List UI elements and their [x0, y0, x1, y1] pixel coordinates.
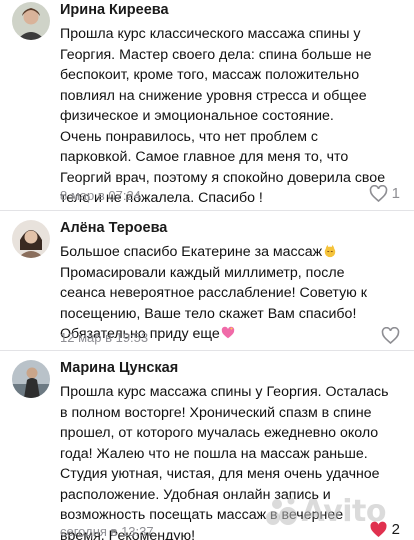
- text-line: повлиял на снижение уровня стресса и общ…: [60, 87, 367, 104]
- comment-item: Алёна Тероева Большое спасибо Екатерине …: [0, 218, 414, 345]
- avatar[interactable]: [12, 2, 50, 40]
- author-name[interactable]: Ирина Киреева: [60, 2, 169, 18]
- text-line: посещению, Ваше тело скажет Вам спасибо!: [60, 305, 357, 322]
- text-line: в полном восторге! Хронический спазм в с…: [60, 404, 372, 421]
- heart-outline-icon: [369, 185, 387, 202]
- text-line: Георгий врач, поэтому я спокойно доверил…: [60, 169, 386, 186]
- text-line: Промасировали каждый миллиметр, после: [60, 264, 345, 281]
- text-line: Прошла курс классического массажа спины …: [60, 26, 361, 42]
- like-count: 1: [391, 185, 400, 202]
- text-line: прошел, от которого мучалась ежедневно о…: [60, 425, 379, 441]
- author-name[interactable]: Алёна Тероева: [60, 220, 167, 236]
- text-line: года! Жалею что не пошла на массаж раньш…: [60, 445, 368, 462]
- comment-timestamp: 8 мар в 07:24: [60, 188, 141, 203]
- heart-outline-icon: [381, 327, 400, 344]
- avatar[interactable]: [12, 220, 50, 258]
- text-line: Очень понравилось, что нет проблем с: [60, 128, 318, 145]
- avito-logo-icon: [265, 497, 297, 525]
- divider: [0, 210, 414, 211]
- relieved-face-icon: [324, 244, 336, 258]
- author-name[interactable]: Марина Цунская: [60, 360, 178, 376]
- avito-watermark: Avito: [264, 494, 387, 529]
- text-line: Студия уютная, чистая, для меня очень уд…: [60, 466, 380, 482]
- text-line: сеанса невероятное расслабление! Советую…: [60, 285, 367, 301]
- like-button[interactable]: 1: [369, 185, 400, 202]
- like-button[interactable]: [381, 327, 400, 344]
- comment-text: Прошла курс классического массажа спины …: [60, 24, 410, 209]
- text-line: Георгия. Мастер своего дела: спина больш…: [60, 46, 372, 63]
- text-line: беспокоит, кроме того, массаж положитель…: [60, 67, 360, 83]
- text-line: Прошла курс массажа спины у Георгия. Ост…: [60, 384, 389, 400]
- watermark-text: Avito: [301, 494, 387, 529]
- comment-timestamp: 12 мар в 19:53: [60, 330, 149, 345]
- avatar[interactable]: [12, 360, 50, 398]
- text-line: физическое и эмоциональное состояние.: [60, 108, 334, 124]
- comment-timestamp: сегодня в 13:37: [60, 524, 154, 539]
- like-count: 2: [391, 521, 400, 538]
- sparkling-heart-icon: [221, 326, 235, 339]
- comment-item: Ирина Киреева Прошла курс классического …: [0, 0, 414, 206]
- text-line: парковкой. Самое главное для меня то, чт…: [60, 149, 349, 165]
- text-line: Большое спасибо Екатерине за массаж: [60, 242, 410, 263]
- divider: [0, 350, 414, 351]
